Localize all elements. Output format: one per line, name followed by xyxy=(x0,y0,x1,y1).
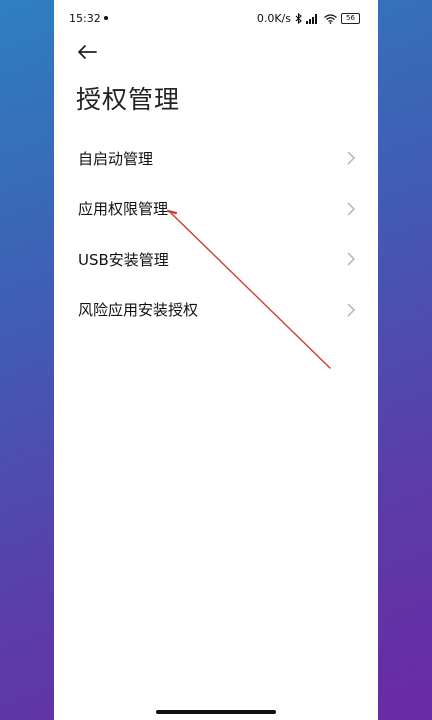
phone-screen: 15:32 0.0K/s 56 授权管理 自启动管理 应用权限管理 USB安装管… xyxy=(54,0,378,720)
menu-item-risky-app-install[interactable]: 风险应用安装授权 xyxy=(54,285,378,336)
arrow-left-icon xyxy=(78,45,97,59)
menu-item-usb-install[interactable]: USB安装管理 xyxy=(54,234,378,285)
status-bar: 15:32 0.0K/s 56 xyxy=(54,0,378,36)
menu-item-label: 自启动管理 xyxy=(78,149,154,168)
chevron-right-icon xyxy=(347,252,356,266)
status-indicators: 0.0K/s 56 xyxy=(257,12,360,25)
chevron-right-icon xyxy=(347,303,356,317)
notification-dot-icon xyxy=(104,16,108,20)
home-indicator[interactable] xyxy=(156,710,276,714)
battery-icon: 56 xyxy=(341,13,360,24)
menu-item-label: 风险应用安装授权 xyxy=(78,301,199,320)
bluetooth-icon xyxy=(295,13,302,24)
wifi-icon xyxy=(324,13,337,24)
back-button[interactable] xyxy=(74,40,102,64)
chevron-right-icon xyxy=(347,151,356,165)
page-title: 授权管理 xyxy=(76,85,181,114)
menu-item-autostart[interactable]: 自启动管理 xyxy=(54,133,378,184)
menu-item-label: 应用权限管理 xyxy=(78,200,169,219)
signal-icon xyxy=(306,13,317,24)
settings-menu: 自启动管理 应用权限管理 USB安装管理 风险应用安装授权 xyxy=(54,133,378,335)
menu-item-label: USB安装管理 xyxy=(78,250,169,269)
network-speed: 0.0K/s xyxy=(256,12,291,25)
chevron-right-icon xyxy=(347,202,356,216)
menu-item-app-permissions[interactable]: 应用权限管理 xyxy=(54,184,378,235)
status-time: 15:32 xyxy=(69,12,101,25)
